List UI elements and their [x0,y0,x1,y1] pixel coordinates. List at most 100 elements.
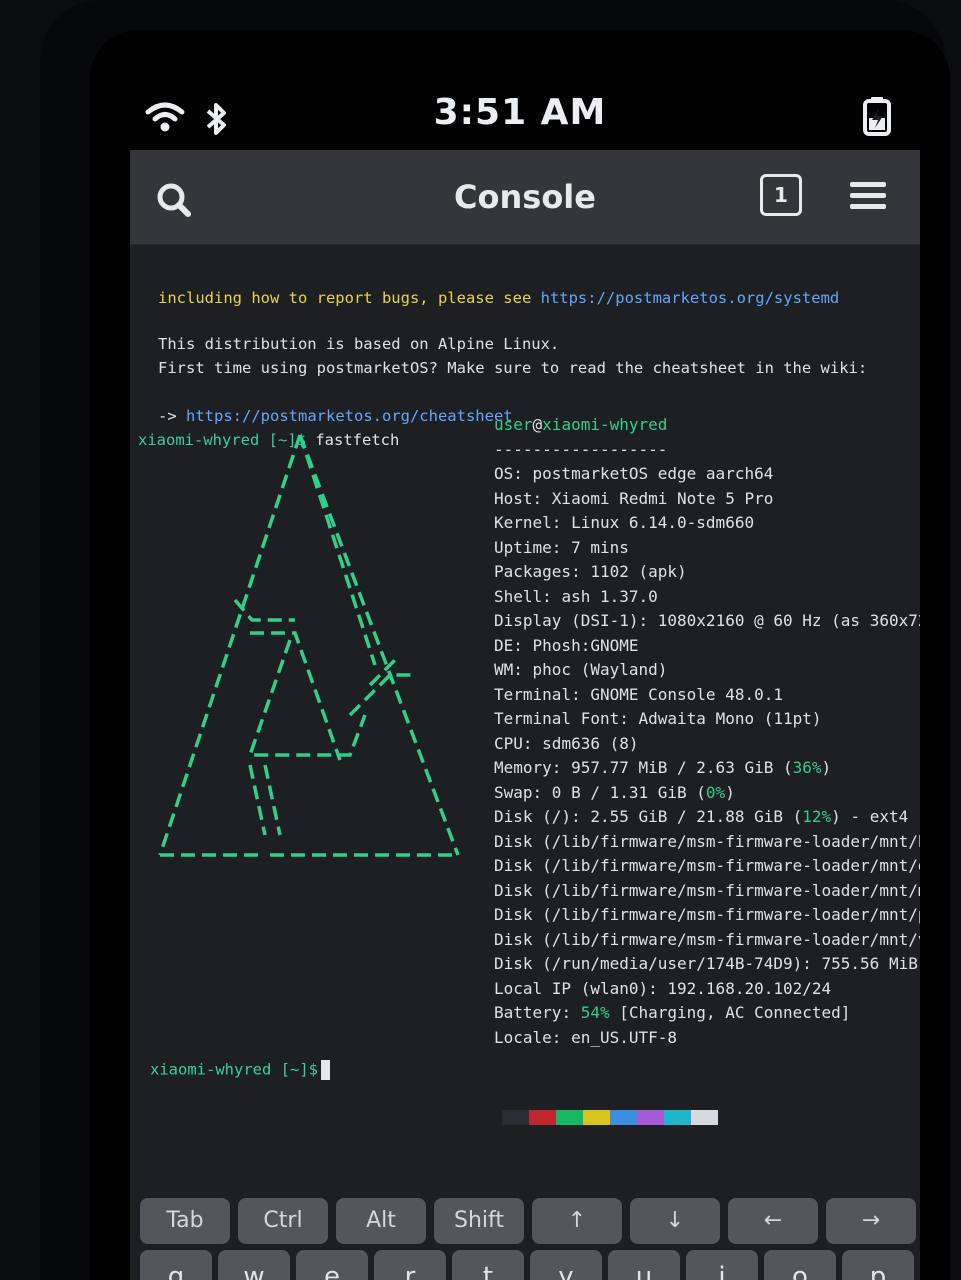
ff-line: Display (DSI-1): 1080x2160 @ 60 Hz (as 3… [494,609,920,634]
ff-line: Uptime: 7 mins [494,536,920,561]
ff-disk-root: Disk (/): 2.55 GiB / 21.88 GiB (12%) - e… [494,805,920,830]
ff-line: Packages: 1102 (apk) [494,560,920,585]
ff-value: : postmarketOS edge aarch64 [513,464,774,483]
ff-key: Swap [494,782,533,802]
letter-key[interactable]: i [686,1250,758,1280]
ff-value: : 957.77 MiB / 2.63 GiB ( [551,758,793,777]
phone-screen: 3:51 AM Console 1 including how to repor… [90,30,950,1280]
extra-key[interactable]: Shift [434,1198,524,1244]
letter-key[interactable]: t [452,1250,524,1280]
ff-key: Local IP (wlan0) [494,978,649,998]
terminal-line: including how to report bugs, please see… [158,289,839,307]
ff-pct: 12% [802,807,832,826]
letter-key[interactable]: e [296,1250,368,1280]
letter-key[interactable]: u [608,1250,680,1280]
cursor [321,1060,330,1080]
ff-tail: ) [725,782,735,802]
ff-key: CPU [494,733,523,753]
header-bar: Console 1 [130,150,920,245]
extra-key[interactable]: Tab [140,1198,230,1244]
palette-swatch [583,1110,610,1125]
ff-value: : 1080x2160 @ 60 Hz (as 360x720 [638,611,921,630]
bugs-text: including how to report bugs, please see [158,289,541,307]
fastfetch-info: user@xiaomi-whyred ------------------ OS… [494,413,920,1050]
palette-swatch [610,1110,637,1125]
letter-key[interactable]: o [764,1250,836,1280]
ff-value: : GNOME Console 48.0.1 [571,684,783,704]
letter-key[interactable]: y [530,1250,602,1280]
ff-pct: 36% [792,758,822,777]
palette-swatch [556,1110,583,1125]
ff-disk-line: Disk (/lib/firmware/msm-firmware-loader/… [494,831,920,851]
ff-pct: 54% [580,1003,610,1022]
hamburger-menu-icon[interactable] [848,178,888,214]
ff-disk-line: Disk (/run/media/user/174B-74D9): 755.56… [494,954,920,973]
ff-value: : [561,1003,581,1022]
extra-key[interactable]: → [826,1198,916,1244]
ff-line: Terminal: GNOME Console 48.0.1 [494,683,920,708]
battery-charging-icon [863,97,891,136]
ff-key: Terminal [494,684,572,704]
terminal-view[interactable]: including how to report bugs, please see… [130,245,920,1125]
ff-key: WM [494,660,514,679]
ff-memory: Memory: 957.77 MiB / 2.63 GiB (36%) [494,756,920,781]
ff-host: xiaomi-whyred [542,415,668,434]
status-bar: 3:51 AM [90,30,950,150]
ff-lines: OS: postmarketOS edge aarch64 Host: Xiaom… [494,462,920,756]
ff-user: user [494,415,533,434]
palette-swatch [502,1110,529,1125]
ff-value: : 192.168.20.102/24 [648,978,832,998]
console-window: Console 1 including how to report bugs, … [130,150,920,1280]
ff-disk-line: Disk (/lib/firmware/msm-firmware-loader/… [494,856,920,875]
status-clock: 3:51 AM [433,92,607,133]
extra-key[interactable]: ← [728,1198,818,1244]
ff-local-ip: Local IP (wlan0): 192.168.20.102/24 [494,977,920,1002]
ff-value: : 2.55 GiB / 21.88 GiB ( [571,807,803,826]
ff-line: CPU: sdm636 (8) [494,732,920,757]
ff-value: : Linux 6.14.0-sdm660 [551,513,755,532]
ff-separator: ------------------ [494,439,668,459]
ff-key: Terminal Font [494,709,620,728]
phone-bezel: 3:51 AM Console 1 including how to repor… [40,0,950,1280]
extra-key[interactable]: Alt [336,1198,426,1244]
ff-at: @ [532,415,543,434]
prompt-host: xiaomi-whyred [150,1060,272,1079]
systemd-link[interactable]: https://postmarketos.org/systemd [541,289,840,307]
ff-tail: ) - ext4 [831,807,909,826]
ff-key: DE [494,635,514,655]
extra-key[interactable]: ↓ [630,1198,720,1244]
letter-key[interactable]: r [374,1250,446,1280]
ff-disks: Disk (/lib/firmware/msm-firmware-loader/… [494,830,920,977]
letter-key[interactable]: p [842,1250,914,1280]
ff-line: DE: Phosh:GNOME [494,634,920,659]
ff-value: : phoc (Wayland) [513,660,668,679]
ff-key: Disk (/) [494,807,572,826]
extra-key[interactable]: ↑ [532,1198,622,1244]
ff-key: OS [494,464,514,483]
ff-line: WM: phoc (Wayland) [494,658,920,683]
ff-key: Host [494,488,533,508]
letter-key[interactable]: q [140,1250,212,1280]
ff-value: : Xiaomi Redmi Note 5 Pro [532,488,774,508]
palette-swatch [691,1110,718,1125]
palette-swatch [637,1110,664,1125]
ff-key: Battery [494,1003,562,1022]
ff-value: : en_US.UTF-8 [551,1027,678,1047]
prompt-dir: [~]$ [280,1060,318,1079]
palette-swatch [664,1110,691,1125]
ff-value: : 7 mins [551,537,629,557]
letter-key[interactable]: w [218,1250,290,1280]
ff-line: OS: postmarketOS edge aarch64 [494,462,920,487]
postmarketos-ascii-logo [158,434,460,857]
ff-value: : sdm636 (8) [522,733,639,753]
ff-value: : 0 B / 1.31 GiB ( [532,782,706,802]
ff-disk-line: Disk (/lib/firmware/msm-firmware-loader/… [494,929,920,949]
ff-key: Shell [494,586,543,606]
ff-key: Locale [494,1027,552,1047]
ff-line: Kernel: Linux 6.14.0-sdm660 [494,511,920,536]
extra-key[interactable]: Ctrl [238,1198,328,1244]
tabs-icon[interactable]: 1 [760,174,802,216]
ff-swap: Swap: 0 B / 1.31 GiB (0%) [494,781,920,806]
ff-disk-line: Disk (/lib/firmware/msm-firmware-loader/… [494,905,920,924]
ff-key: Kernel [494,513,552,532]
